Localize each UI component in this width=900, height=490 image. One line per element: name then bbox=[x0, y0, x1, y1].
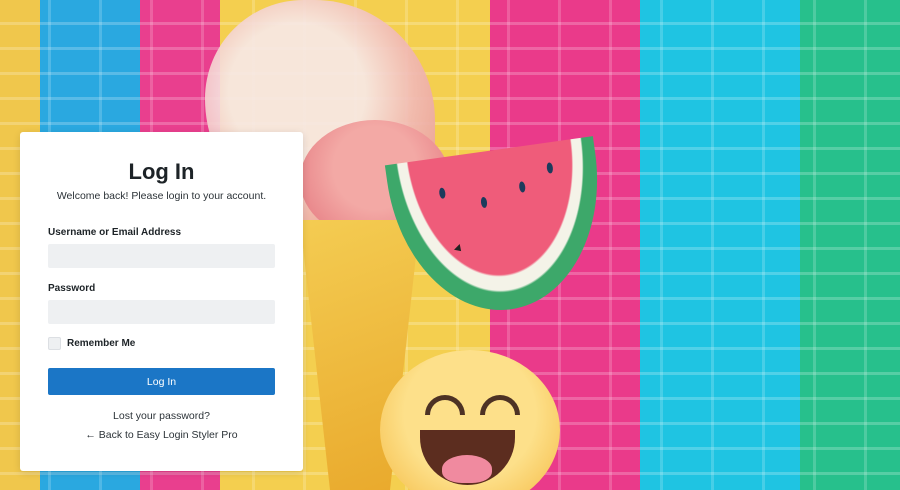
login-form: Log In Welcome back! Please login to you… bbox=[20, 132, 303, 471]
smiley-mouth bbox=[420, 430, 515, 485]
watermelon-seed bbox=[438, 187, 447, 200]
username-label: Username or Email Address bbox=[48, 227, 182, 238]
watermelon-seed bbox=[546, 162, 554, 174]
back-to-site-link[interactable]: ← Back to Easy Login Styler Pro bbox=[20, 429, 303, 441]
smiley-eye bbox=[480, 395, 520, 415]
form-subtitle: Welcome back! Please login to your accou… bbox=[56, 190, 267, 202]
remember-me-label[interactable]: Remember Me bbox=[67, 338, 135, 349]
remember-me-row: Remember Me bbox=[48, 337, 135, 350]
lost-password-link[interactable]: Lost your password? bbox=[20, 410, 303, 422]
username-input[interactable] bbox=[48, 244, 275, 268]
password-label: Password bbox=[48, 283, 96, 294]
watermelon-seed bbox=[518, 181, 526, 193]
password-input[interactable] bbox=[48, 300, 275, 324]
form-title: Log In bbox=[128, 159, 195, 184]
smiley-eye bbox=[425, 395, 465, 415]
remember-me-checkbox[interactable] bbox=[48, 337, 61, 350]
smiley-tongue bbox=[442, 455, 492, 483]
login-button[interactable]: Log In bbox=[48, 368, 275, 395]
watermelon-seed bbox=[480, 196, 488, 209]
